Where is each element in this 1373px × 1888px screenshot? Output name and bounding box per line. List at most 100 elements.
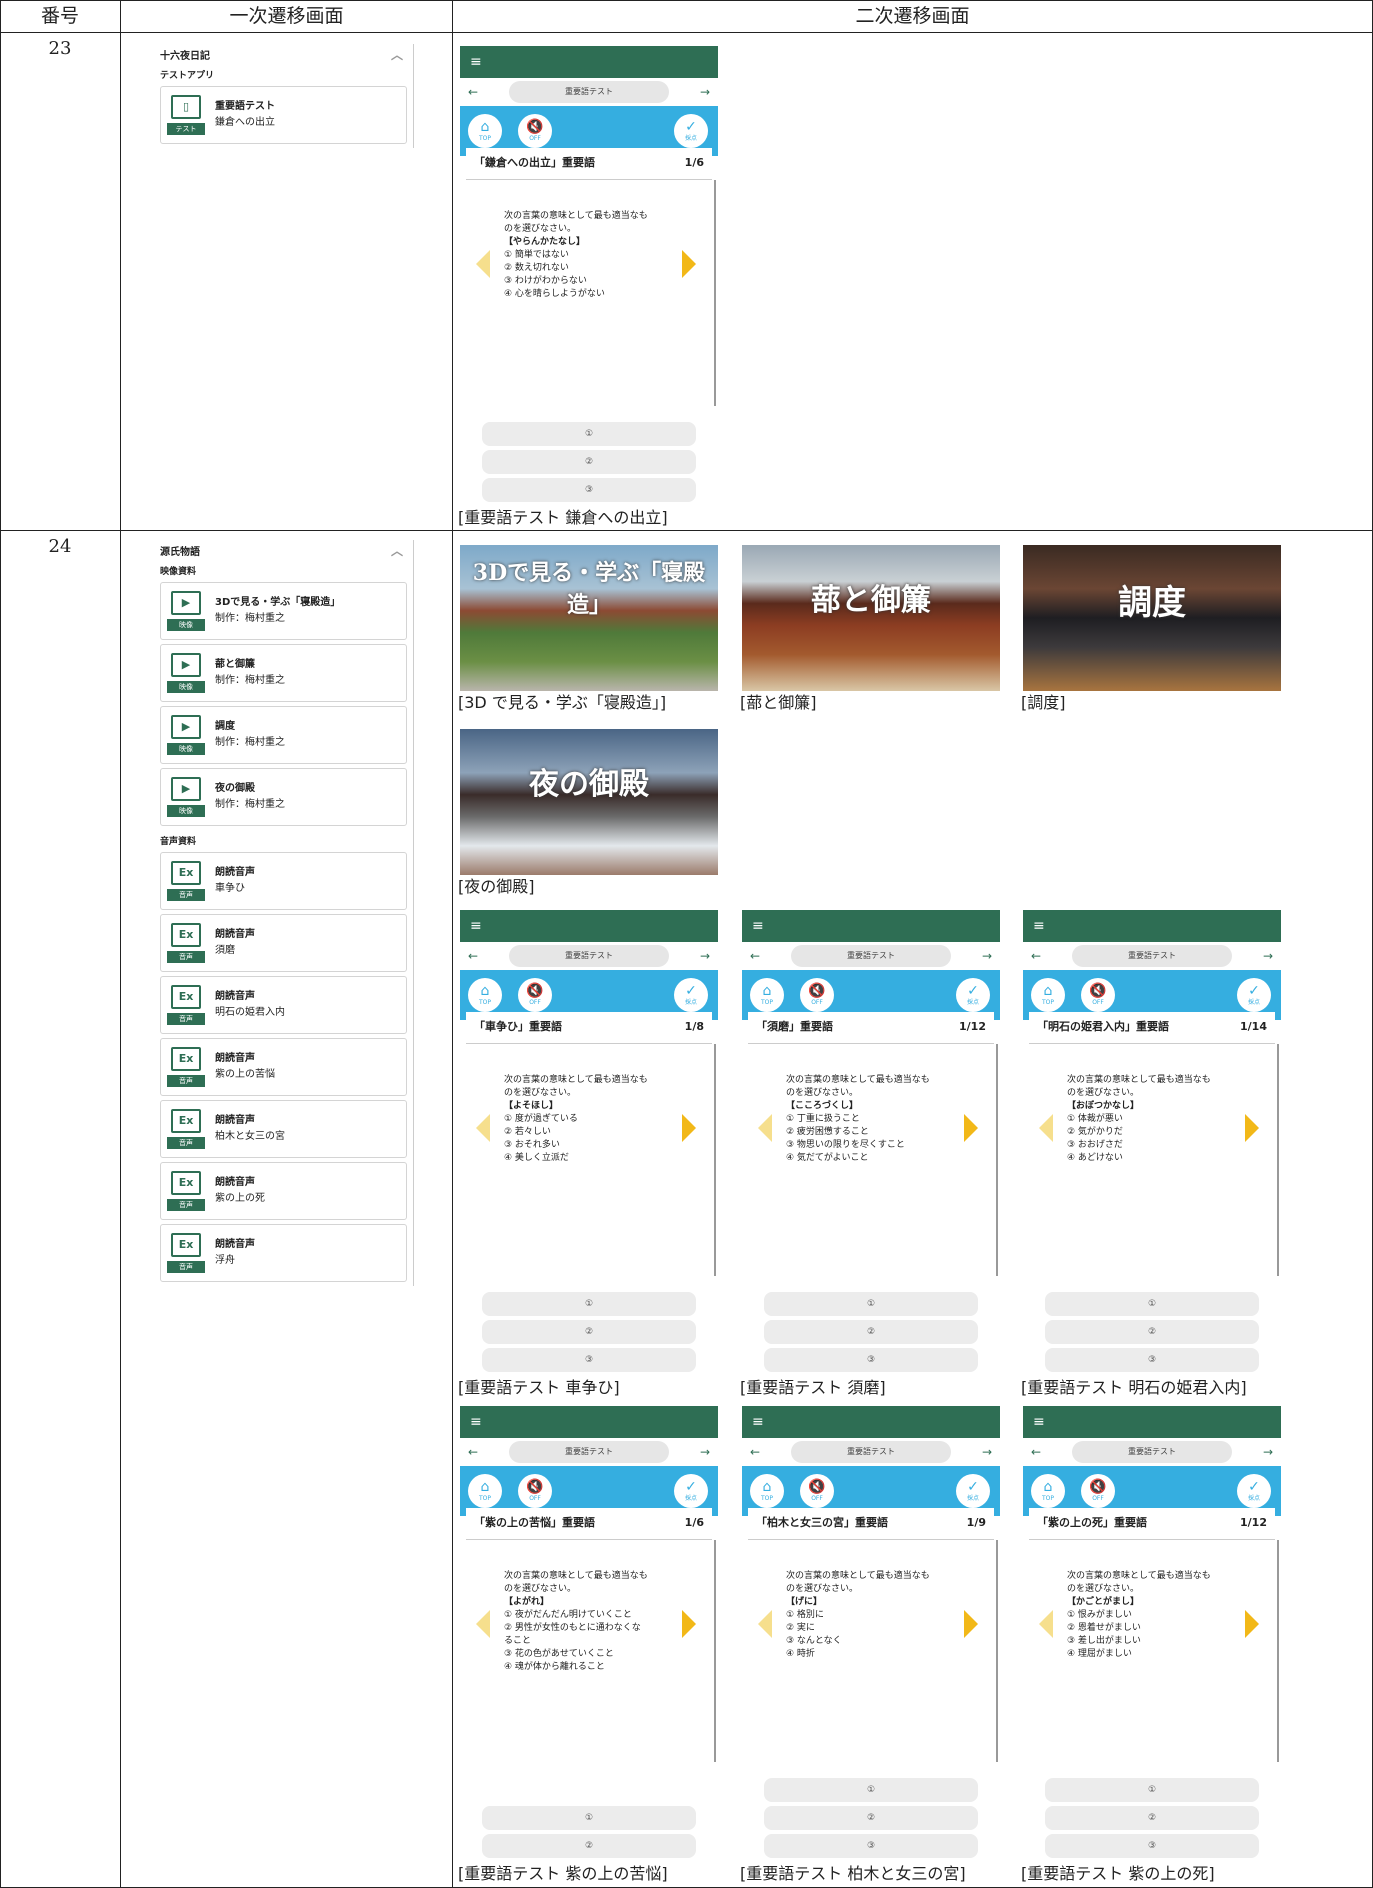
forward-arrow-icon[interactable]: → [700, 85, 710, 99]
top-button[interactable]: ⌂ TOP [468, 1474, 502, 1508]
score-button[interactable]: ✓ 採点 [956, 1474, 990, 1508]
answer-button[interactable]: ③ [1045, 1834, 1259, 1858]
sound-toggle-button[interactable]: 🔇 OFF [800, 1474, 834, 1508]
menu-item[interactable]: Ex 音声 朗読音声 柏木と女三の宮 [160, 1100, 407, 1158]
hamburger-menu-icon[interactable]: ≡ [470, 1415, 482, 1429]
forward-arrow-icon[interactable]: → [1263, 1445, 1273, 1459]
top-button[interactable]: ⌂ TOP [1031, 1474, 1065, 1508]
hamburger-menu-icon[interactable]: ≡ [752, 919, 764, 933]
chevron-up-icon[interactable]: ︿ [391, 542, 403, 559]
back-arrow-icon[interactable]: ← [1031, 1445, 1041, 1459]
next-triangle-icon[interactable] [1245, 1610, 1259, 1638]
menu-item[interactable]: Ex 音声 朗読音声 明石の姫君入内 [160, 976, 407, 1034]
menu-item[interactable]: ▶ 映像 蔀と御簾 制作：梅村重之 [160, 644, 407, 702]
answer-button[interactable]: ① [482, 1806, 696, 1830]
scrollbar[interactable] [714, 1540, 716, 1762]
scrollbar[interactable] [714, 180, 716, 406]
answer-button[interactable]: ② [764, 1320, 978, 1344]
menu-item[interactable]: ▶ 映像 調度 制作：梅村重之 [160, 706, 407, 764]
next-triangle-icon[interactable] [682, 1114, 696, 1142]
answer-button[interactable]: ③ [482, 478, 696, 502]
answer-button[interactable]: ① [764, 1292, 978, 1316]
video-thumbnail-yoru[interactable]: 夜の御殿 [460, 729, 718, 875]
scrollbar[interactable] [714, 1044, 716, 1276]
prev-triangle-icon[interactable] [476, 250, 490, 278]
menu-header[interactable]: 源氏物語 ︿ [158, 540, 413, 560]
menu-item[interactable]: ▯ テスト 重要語テスト 鎌倉への出立 [160, 86, 407, 144]
menu-item[interactable]: Ex 音声 朗読音声 須磨 [160, 914, 407, 972]
hamburger-menu-icon[interactable]: ≡ [470, 919, 482, 933]
back-arrow-icon[interactable]: ← [750, 1445, 760, 1459]
score-button[interactable]: ✓ 採点 [674, 978, 708, 1012]
menu-item[interactable]: Ex 音声 朗読音声 浮舟 [160, 1224, 407, 1282]
hamburger-menu-icon[interactable]: ≡ [1033, 919, 1045, 933]
prev-triangle-icon[interactable] [1039, 1610, 1053, 1638]
sound-toggle-button[interactable]: 🔇 OFF [1081, 978, 1115, 1012]
hamburger-menu-icon[interactable]: ≡ [1033, 1415, 1045, 1429]
menu-header[interactable]: 十六夜日記 ︿ [158, 44, 413, 64]
menu-item[interactable]: ▶ 映像 夜の御殿 制作：梅村重之 [160, 768, 407, 826]
sound-toggle-button[interactable]: 🔇 OFF [518, 114, 552, 148]
prev-triangle-icon[interactable] [758, 1610, 772, 1638]
menu-item[interactable]: ▶ 映像 3Dで見る・学ぶ「寝殿造」 制作：梅村重之 [160, 582, 407, 640]
answer-button[interactable]: ② [482, 1320, 696, 1344]
answer-button[interactable]: ③ [1045, 1348, 1259, 1372]
answer-button[interactable]: ③ [764, 1348, 978, 1372]
next-triangle-icon[interactable] [1245, 1114, 1259, 1142]
score-button[interactable]: ✓ 採点 [674, 1474, 708, 1508]
prev-triangle-icon[interactable] [476, 1610, 490, 1638]
video-thumbnail-chodo[interactable]: 調度 [1023, 545, 1281, 691]
prev-triangle-icon[interactable] [758, 1114, 772, 1142]
answer-button[interactable]: ① [482, 422, 696, 446]
answer-button[interactable]: ② [1045, 1806, 1259, 1830]
video-thumbnail-shinden[interactable]: 3Dで見る・学ぶ「寝殿造」 [460, 545, 718, 691]
top-button[interactable]: ⌂ TOP [468, 978, 502, 1012]
next-triangle-icon[interactable] [682, 250, 696, 278]
menu-item[interactable]: Ex 音声 朗読音声 紫の上の苦悩 [160, 1038, 407, 1096]
score-button[interactable]: ✓ 採点 [1237, 1474, 1271, 1508]
top-button[interactable]: ⌂ TOP [1031, 978, 1065, 1012]
hamburger-menu-icon[interactable]: ≡ [470, 55, 482, 69]
top-button[interactable]: ⌂ TOP [750, 1474, 784, 1508]
score-button[interactable]: ✓ 採点 [674, 114, 708, 148]
answer-button[interactable]: ① [1045, 1778, 1259, 1802]
forward-arrow-icon[interactable]: → [982, 949, 992, 963]
video-thumbnail-shitomi[interactable]: 蔀と御簾 [742, 545, 1000, 691]
back-arrow-icon[interactable]: ← [468, 949, 478, 963]
answer-button[interactable]: ③ [764, 1834, 978, 1858]
forward-arrow-icon[interactable]: → [982, 1445, 992, 1459]
next-triangle-icon[interactable] [964, 1114, 978, 1142]
prev-triangle-icon[interactable] [1039, 1114, 1053, 1142]
scrollbar[interactable] [1277, 1540, 1279, 1762]
chevron-up-icon[interactable]: ︿ [391, 46, 403, 63]
answer-button[interactable]: ② [1045, 1320, 1259, 1344]
forward-arrow-icon[interactable]: → [700, 1445, 710, 1459]
back-arrow-icon[interactable]: ← [1031, 949, 1041, 963]
next-triangle-icon[interactable] [964, 1610, 978, 1638]
answer-button[interactable]: ① [764, 1778, 978, 1802]
top-button[interactable]: ⌂ TOP [750, 978, 784, 1012]
menu-item[interactable]: Ex 音声 朗読音声 車争ひ [160, 852, 407, 910]
score-button[interactable]: ✓ 採点 [956, 978, 990, 1012]
answer-button[interactable]: ② [482, 1834, 696, 1858]
prev-triangle-icon[interactable] [476, 1114, 490, 1142]
scrollbar[interactable] [996, 1540, 998, 1762]
back-arrow-icon[interactable]: ← [468, 85, 478, 99]
sound-toggle-button[interactable]: 🔇 OFF [1081, 1474, 1115, 1508]
scrollbar[interactable] [1277, 1044, 1279, 1276]
score-button[interactable]: ✓ 採点 [1237, 978, 1271, 1012]
next-triangle-icon[interactable] [682, 1610, 696, 1638]
scrollbar[interactable] [996, 1044, 998, 1276]
answer-button[interactable]: ② [764, 1806, 978, 1830]
sound-toggle-button[interactable]: 🔇 OFF [800, 978, 834, 1012]
back-arrow-icon[interactable]: ← [468, 1445, 478, 1459]
sound-toggle-button[interactable]: 🔇 OFF [518, 1474, 552, 1508]
back-arrow-icon[interactable]: ← [750, 949, 760, 963]
top-button[interactable]: ⌂ TOP [468, 114, 502, 148]
hamburger-menu-icon[interactable]: ≡ [752, 1415, 764, 1429]
answer-button[interactable]: ② [482, 450, 696, 474]
menu-item[interactable]: Ex 音声 朗読音声 紫の上の死 [160, 1162, 407, 1220]
answer-button[interactable]: ③ [482, 1348, 696, 1372]
sound-toggle-button[interactable]: 🔇 OFF [518, 978, 552, 1012]
answer-button[interactable]: ① [1045, 1292, 1259, 1316]
